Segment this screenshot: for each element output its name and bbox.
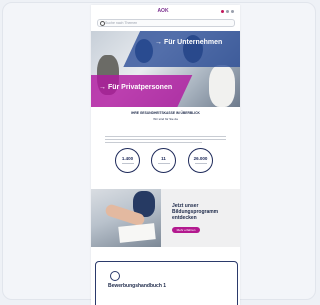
stats-row: 1.400 11 26.000 (91, 148, 240, 178)
intro-subtitle: Wir sind für Sie da (153, 117, 178, 121)
document-icon (110, 271, 120, 281)
hero-banner: → Für Unternehmen → Für Privatpersonen (91, 31, 240, 107)
site-logo[interactable]: AOK (152, 9, 174, 14)
site-header: AOK Suche nach Themen (91, 5, 240, 31)
link-privatpersonen[interactable]: → Für Privatpersonen (99, 84, 172, 91)
header-icons (221, 10, 234, 13)
stat-circle: 26.000 (188, 148, 213, 173)
info-card-title: Bewerbungshandbuch 1 (108, 283, 167, 289)
intro-title: IHRE GESUNDHEITSKASSE IM ÜBERBLICK (131, 111, 200, 115)
info-card[interactable]: Bewerbungshandbuch 1 (95, 261, 238, 305)
hero-blue-overlay (123, 31, 240, 67)
user-icon[interactable] (226, 10, 229, 13)
website-preview: AOK Suche nach Themen → Für Unternehmen … (91, 5, 240, 305)
promo-title: Jetzt unser Bildungsprogramm entdecken (172, 203, 219, 221)
search-input[interactable]: Suche nach Themen (97, 19, 235, 27)
promo-button[interactable]: Mehr erfahren (172, 227, 200, 233)
intro-body-text (105, 136, 226, 145)
promo-photo (91, 189, 161, 247)
intro-section: IHRE GESUNDHEITSKASSE IM ÜBERBLICK Wir s… (91, 111, 240, 121)
stat-value: 1.400 (121, 156, 134, 161)
menu-icon[interactable] (231, 10, 234, 13)
stat-circle: 11 (151, 148, 176, 173)
language-icon[interactable] (221, 10, 224, 13)
stat-circle: 1.400 (115, 148, 140, 173)
promo-section: Jetzt unser Bildungsprogramm entdecken M… (91, 189, 240, 247)
stat-value: 26.000 (193, 156, 208, 161)
stat-value: 11 (161, 156, 166, 161)
hero-magenta-overlay (91, 75, 193, 107)
search-placeholder: Suche nach Themen (105, 21, 138, 25)
link-unternehmen[interactable]: → Für Unternehmen (155, 39, 222, 46)
